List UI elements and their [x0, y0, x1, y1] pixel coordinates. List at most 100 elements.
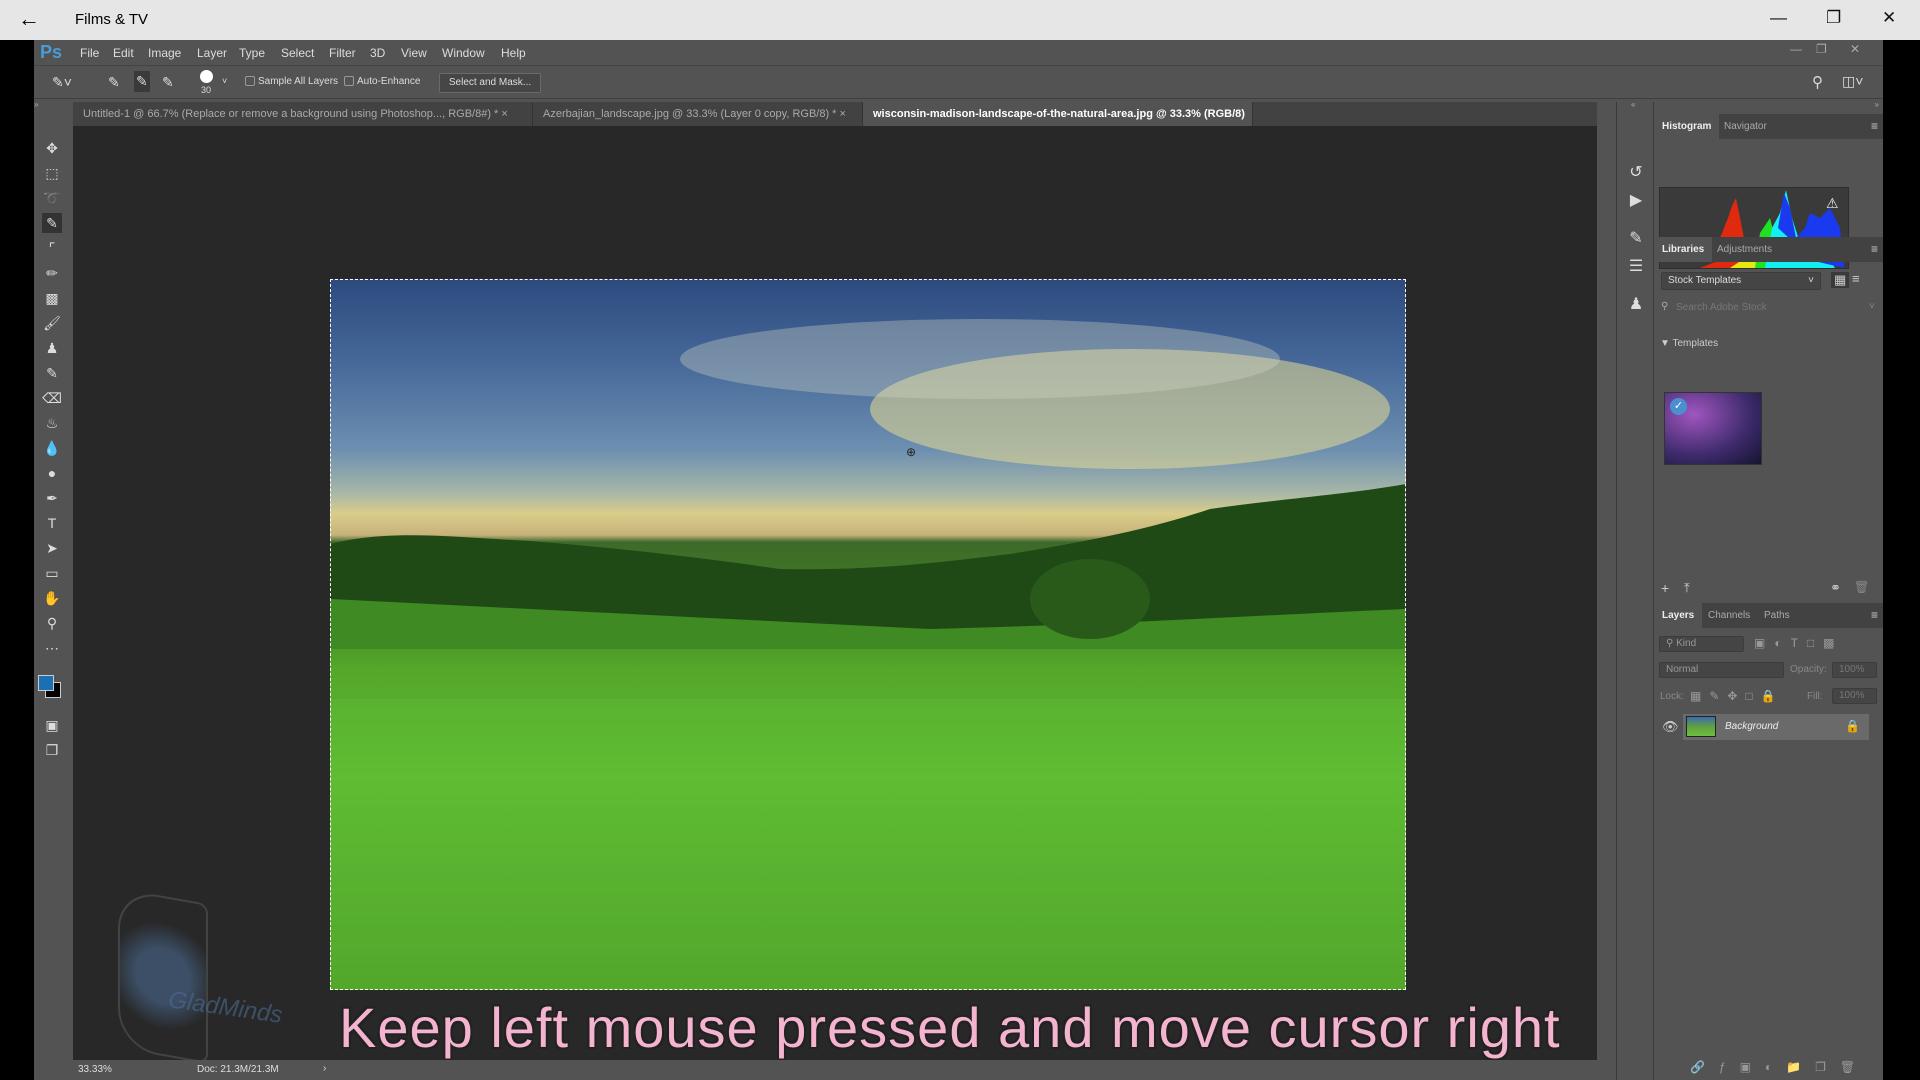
tab-layers[interactable]: Layers — [1654, 603, 1703, 628]
healing-brush-tool-icon[interactable]: ▩ — [42, 288, 62, 308]
panel-menu-icon[interactable]: ≡ — [1871, 119, 1878, 133]
close-tab-icon[interactable]: × — [501, 108, 507, 120]
layer-name[interactable]: Background — [1725, 721, 1778, 732]
eyedropper-tool-icon[interactable]: ✏ — [42, 263, 62, 283]
stock-search-input[interactable]: Search Adobe Stock — [1676, 302, 1767, 313]
opacity-input[interactable]: 100% — [1832, 662, 1877, 678]
menu-file[interactable]: File — [80, 46, 99, 60]
landscape-photo[interactable]: ⊕ — [330, 279, 1406, 990]
dodge-tool-icon[interactable]: ● — [42, 463, 62, 483]
clone-stamp-tool-icon[interactable]: ♟ — [42, 338, 62, 358]
minimize-button[interactable]: — — [1770, 8, 1787, 28]
upload-icon[interactable]: ⤒ — [1684, 580, 1690, 596]
menu-view[interactable]: View — [401, 46, 427, 60]
list-view-icon[interactable]: ≡ — [1852, 271, 1860, 286]
new-selection-icon[interactable]: ✎ — [108, 74, 120, 91]
blend-mode-select[interactable]: Normal — [1659, 662, 1784, 678]
quick-mask-icon[interactable]: ▣ — [42, 715, 62, 735]
close-button[interactable]: ✕ — [1882, 8, 1896, 28]
lasso-tool-icon[interactable]: ➰ — [42, 188, 62, 208]
templates-header[interactable]: ▼ Templates — [1660, 338, 1718, 349]
menu-select[interactable]: Select — [281, 46, 314, 60]
eye-visibility-icon[interactable]: 👁 — [1662, 719, 1679, 735]
zoom-tool-icon[interactable]: ⚲ — [42, 613, 62, 633]
brushes-icon[interactable]: ✎ — [1625, 228, 1647, 250]
hand-tool-icon[interactable]: ✋ — [42, 588, 62, 608]
menu-type[interactable]: Type — [239, 46, 265, 60]
collapse-toolbar-icon[interactable]: » — [34, 100, 38, 109]
chevron-down-icon[interactable]: ˅ — [1869, 301, 1875, 312]
tab-libraries[interactable]: Libraries — [1654, 237, 1713, 262]
menu-help[interactable]: Help — [501, 46, 526, 60]
clone-source-icon[interactable]: ♟ — [1625, 294, 1647, 316]
menu-layer[interactable]: Layer — [197, 46, 227, 60]
tab-histogram[interactable]: Histogram — [1654, 114, 1720, 139]
history-icon[interactable]: ↺ — [1625, 162, 1647, 184]
zoom-level[interactable]: 33.33% — [78, 1064, 112, 1075]
doc-restore-button[interactable]: ❐ — [1816, 42, 1827, 56]
checkbox-icon[interactable] — [344, 76, 354, 87]
panel-menu-icon[interactable]: ≡ — [1871, 608, 1878, 622]
collapse-strip-icon[interactable]: « — [1631, 100, 1635, 109]
status-menu-arrow-icon[interactable]: › — [323, 1063, 326, 1074]
close-tab-icon[interactable]: × — [840, 108, 846, 120]
pen-tool-icon[interactable]: ✒ — [42, 488, 62, 508]
canvas-area[interactable]: ⊕ GladMinds Keep left mouse pressed and … — [73, 126, 1597, 1064]
crop-tool-icon[interactable]: ⌜ — [42, 238, 62, 258]
paint-bucket-tool-icon[interactable]: ♨ — [42, 413, 62, 433]
restore-button[interactable]: ❐ — [1826, 8, 1841, 28]
menu-window[interactable]: Window — [442, 46, 485, 60]
lock-icons[interactable]: ▦✎✥□🔒 — [1690, 689, 1784, 703]
brush-settings-icon[interactable]: ☰ — [1625, 256, 1647, 278]
search-icon[interactable]: ⚲ — [1812, 73, 1823, 91]
menu-edit[interactable]: Edit — [113, 46, 134, 60]
subtract-from-selection-icon[interactable]: ✎ — [162, 74, 174, 91]
trash-icon[interactable]: 🗑 — [1854, 580, 1869, 594]
layer-kind-filter[interactable]: ⚲ Kind — [1659, 636, 1744, 652]
quick-selection-preset-icon[interactable]: ✎˅ — [52, 74, 72, 91]
auto-enhance-checkbox[interactable]: Auto-Enhance — [344, 76, 420, 87]
select-and-mask-button[interactable]: Select and Mask... — [439, 73, 541, 93]
fill-input[interactable]: 100% — [1832, 688, 1877, 704]
checkbox-icon[interactable] — [245, 76, 255, 87]
foreground-color-swatch[interactable] — [38, 675, 54, 691]
tab-wisconsin-madison[interactable]: wisconsin-madison-landscape-of-the-natur… — [863, 102, 1253, 144]
eraser-tool-icon[interactable]: ⌫ — [42, 388, 62, 408]
tab-untitled-1[interactable]: Untitled-1 @ 66.7% (Replace or remove a … — [73, 102, 533, 126]
layer-filter-icons[interactable]: ▣◐T□▩ — [1754, 636, 1844, 650]
type-tool-icon[interactable]: T — [42, 513, 62, 533]
tab-navigator[interactable]: Navigator — [1716, 114, 1775, 139]
tab-adjustments[interactable]: Adjustments — [1709, 237, 1780, 262]
arrow-left-icon[interactable]: ← — [18, 6, 40, 32]
marquee-tool-icon[interactable]: ⬚ — [42, 163, 62, 183]
history-brush-tool-icon[interactable]: ✎ — [42, 363, 62, 383]
grid-view-icon[interactable]: ▦ — [1831, 272, 1850, 288]
path-selection-tool-icon[interactable]: ➤ — [42, 538, 62, 558]
doc-close-button[interactable]: ✕ — [1850, 42, 1860, 56]
blur-tool-icon[interactable]: 💧 — [42, 438, 62, 458]
panel-menu-icon[interactable]: ≡ — [1871, 242, 1878, 256]
more-tools-icon[interactable]: ⋯ — [42, 638, 62, 658]
add-to-selection-icon[interactable]: ✎ — [134, 71, 150, 92]
menu-filter[interactable]: Filter — [329, 46, 356, 60]
layer-footer-icons[interactable]: 🔗ƒ▣◐📁❐🗑 — [1690, 1060, 1869, 1074]
brush-preview-icon[interactable] — [200, 70, 213, 83]
library-select[interactable]: Stock Templates ˅ — [1661, 272, 1821, 290]
workspace-icon[interactable]: ◫˅ — [1842, 73, 1863, 90]
menu-3d[interactable]: 3D — [370, 46, 385, 60]
brush-tool-icon[interactable]: 🖌 — [42, 313, 62, 333]
brush-dropdown-icon[interactable]: ˅ — [222, 76, 227, 86]
tab-channels[interactable]: Channels — [1700, 603, 1758, 628]
quick-selection-tool-icon[interactable]: ✎ — [42, 213, 62, 233]
move-tool-icon[interactable]: ✥ — [42, 138, 62, 158]
menu-image[interactable]: Image — [148, 46, 181, 60]
actions-play-icon[interactable]: ▶ — [1625, 190, 1647, 212]
screen-mode-icon[interactable]: ❐ — [42, 740, 62, 760]
template-thumbnail[interactable]: ✓ — [1664, 392, 1762, 465]
add-icon[interactable]: + — [1661, 580, 1669, 596]
creative-cloud-icon[interactable]: ⚭ — [1830, 580, 1841, 596]
tab-paths[interactable]: Paths — [1756, 603, 1798, 628]
layer-row-background[interactable]: Background 🔒 — [1683, 714, 1869, 740]
rectangle-tool-icon[interactable]: ▭ — [42, 563, 62, 583]
doc-minimize-button[interactable]: — — [1790, 42, 1802, 56]
